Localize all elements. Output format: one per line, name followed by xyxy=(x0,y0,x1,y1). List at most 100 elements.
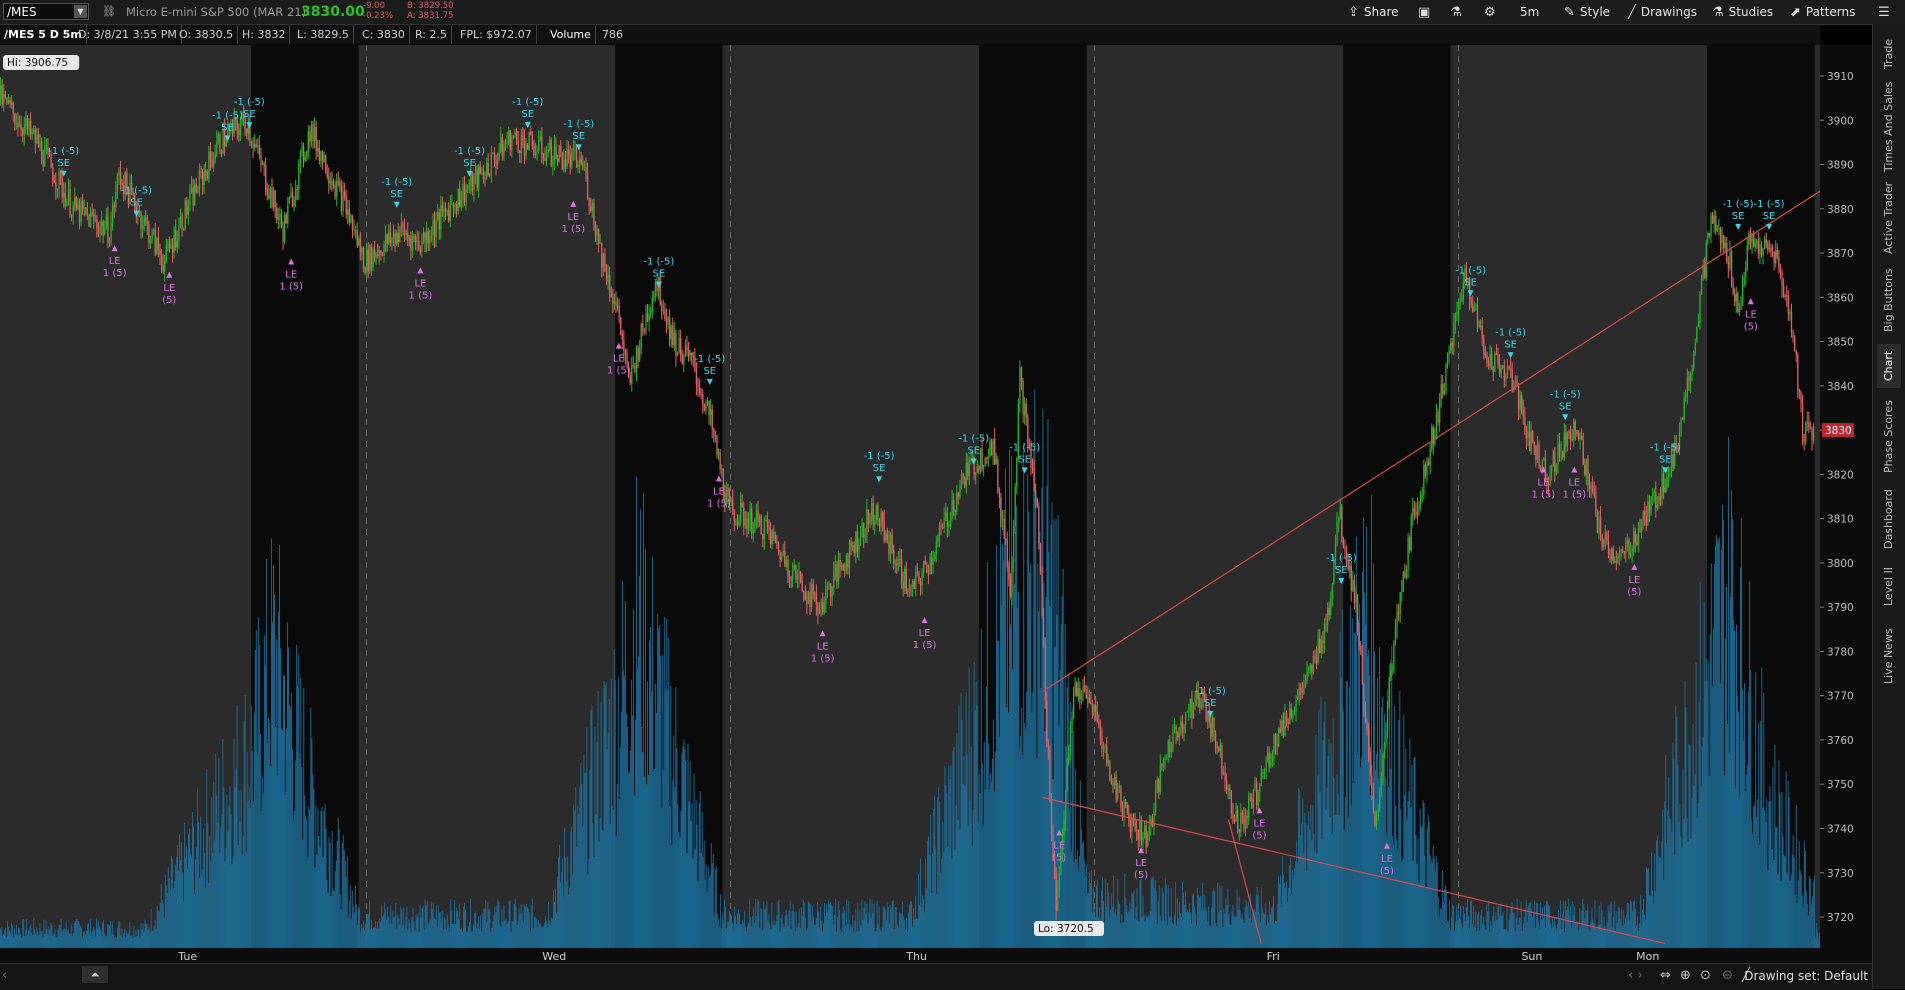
volume-bar xyxy=(265,558,267,948)
volume-bar xyxy=(1436,862,1438,948)
volume-bar xyxy=(1058,726,1060,948)
volume-bar xyxy=(1023,443,1025,948)
volume-bar xyxy=(40,931,42,948)
scroll-left-icon[interactable]: ‹ xyxy=(2,968,7,983)
share-button[interactable]: ⇪ Share xyxy=(1348,2,1399,22)
volume-bar xyxy=(1429,855,1431,948)
candle-body xyxy=(1394,627,1397,643)
volume-bar xyxy=(696,824,698,948)
sidebar-tab-trade[interactable]: Trade xyxy=(1877,32,1901,76)
snapshot-icon[interactable]: ▣ xyxy=(1418,2,1430,22)
candle-body xyxy=(637,347,639,361)
candle-body xyxy=(342,191,344,211)
sidebar-tab-active-trader[interactable]: Active Trader xyxy=(1877,180,1901,256)
gear-icon[interactable]: ⚙ xyxy=(1484,2,1496,22)
volume-bar xyxy=(1174,882,1176,948)
candle-body xyxy=(1431,427,1433,449)
candle-body xyxy=(53,180,55,183)
volume-bar xyxy=(350,918,352,948)
chevron-down-icon[interactable]: ▼ xyxy=(74,5,87,18)
volume-bar xyxy=(740,924,742,948)
volume-bar xyxy=(1577,921,1579,948)
volume-bar xyxy=(444,919,446,948)
timeframe-button[interactable]: 5m xyxy=(1520,2,1539,22)
zoom-icon[interactable]: ⊙ xyxy=(1700,968,1711,983)
volume-bar xyxy=(1439,908,1441,948)
candle-body xyxy=(361,247,363,253)
candle-body xyxy=(430,235,433,240)
volume-bar xyxy=(655,683,657,948)
style-button[interactable]: ✎ Style xyxy=(1564,2,1610,22)
collapse-panel-icon[interactable]: ⏶ xyxy=(82,966,108,983)
volume-bar xyxy=(580,762,582,948)
volume-bar xyxy=(281,728,282,948)
link-icon[interactable]: ⛓ xyxy=(102,5,116,18)
sidebar-tab-big-buttons[interactable]: Big Buttons xyxy=(1877,264,1901,336)
volume-bar xyxy=(294,810,296,948)
expand-horizontal-icon[interactable]: ⇔ xyxy=(1660,968,1671,983)
candle-body xyxy=(1746,244,1748,268)
patterns-button[interactable]: ⬈ Patterns xyxy=(1790,2,1855,22)
volume-bar xyxy=(1126,905,1128,948)
volume-bar xyxy=(439,912,441,948)
candle-body xyxy=(803,590,805,593)
menu-icon[interactable]: ☰ xyxy=(1878,2,1890,22)
candle-body xyxy=(875,505,878,520)
sidebar-tab-phase-scores[interactable]: Phase Scores xyxy=(1877,396,1901,478)
signal-label: -1 (-5) xyxy=(1754,199,1785,210)
volume-bar xyxy=(166,892,168,948)
candle-body xyxy=(792,569,794,580)
volume-bar xyxy=(1502,912,1504,948)
volume-bar xyxy=(997,641,999,948)
candle-body xyxy=(781,554,783,560)
volume-bar xyxy=(320,810,322,948)
price-chart[interactable]: -1 (-5)SE-1 (-5)SE-1 (-5)SE-1 (-5)SE-1 (… xyxy=(0,45,1872,963)
volume-bar xyxy=(690,820,692,948)
sidebar-tab-chart[interactable]: Chart xyxy=(1877,344,1901,388)
volume-bar xyxy=(66,929,68,948)
sidebar-tab-times-and-sales[interactable]: Times And Sales xyxy=(1877,82,1901,172)
volume-bar xyxy=(771,902,773,948)
crosshair-icon[interactable]: ⊕ xyxy=(1680,968,1691,983)
volume-bar xyxy=(1268,901,1270,948)
volume-bar xyxy=(604,685,606,948)
signal-label: -1 (-5) xyxy=(1495,327,1526,338)
volume-bar xyxy=(555,888,556,948)
volume-bar xyxy=(1181,881,1183,948)
studies-button[interactable]: ⚗ Studies xyxy=(1712,2,1773,22)
signal-type: SE xyxy=(1018,454,1031,465)
flask-icon[interactable]: ⚗ xyxy=(1450,2,1462,22)
symbol-input[interactable]: /MES ▼ xyxy=(3,3,89,20)
candle-body xyxy=(1251,798,1253,809)
volume-bar xyxy=(1547,900,1548,948)
volume-bar xyxy=(885,920,887,948)
scroll-right-icon[interactable]: ‹ › xyxy=(1628,968,1643,983)
volume-bar xyxy=(907,912,909,948)
volume-bar xyxy=(1247,901,1249,948)
sidebar-tab-dashboard[interactable]: Dashboard xyxy=(1877,486,1901,552)
drawings-button[interactable]: ╱ Drawings xyxy=(1628,2,1697,22)
zoom-out-icon[interactable]: ⊖ xyxy=(1722,968,1733,983)
candle-body xyxy=(1107,760,1109,764)
volume-bar xyxy=(619,746,621,948)
volume-bar xyxy=(974,710,976,948)
volume-bar xyxy=(77,921,79,948)
candle-body xyxy=(366,249,368,273)
candle-body xyxy=(1451,342,1453,346)
candle-body xyxy=(1150,818,1152,826)
volume-bar xyxy=(199,877,201,948)
volume-bar xyxy=(312,774,314,948)
signal-type: LE xyxy=(1628,575,1640,586)
candle-body xyxy=(41,141,43,161)
volume-bar xyxy=(93,926,94,948)
candle-body xyxy=(1008,566,1010,580)
sidebar-tab-level-ii[interactable]: Level II xyxy=(1877,560,1901,612)
drawing-set-label[interactable]: Drawing set: Default xyxy=(1744,969,1868,983)
volume-bar xyxy=(723,900,725,948)
volume-bar xyxy=(1505,929,1507,948)
candle-body xyxy=(1533,442,1535,447)
candle-body xyxy=(515,130,518,140)
volume-bar xyxy=(310,707,312,948)
sidebar-tab-live-news[interactable]: Live News xyxy=(1877,620,1901,692)
candle-body xyxy=(1473,306,1476,312)
